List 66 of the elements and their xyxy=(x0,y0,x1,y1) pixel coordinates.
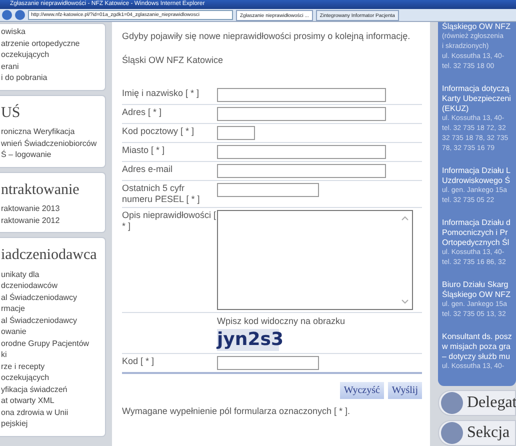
scroll-down-icon[interactable] xyxy=(401,298,409,305)
sidebar-link[interactable]: ki xyxy=(1,349,105,360)
field-label: Miasto [ * ] xyxy=(122,145,166,157)
form-button[interactable]: Wyślij xyxy=(388,382,422,398)
text-field[interactable] xyxy=(217,145,386,159)
contact-title: (EKUZ) xyxy=(442,104,470,114)
contact-title: w misjach poza gra xyxy=(442,342,512,352)
sidebar-link[interactable]: erani xyxy=(1,60,105,72)
text-field[interactable] xyxy=(217,107,386,121)
sidebar-link[interactable]: owiska xyxy=(1,26,105,38)
textarea-field[interactable] xyxy=(217,210,413,310)
sidebar-link[interactable]: dczeniodawców xyxy=(1,280,105,292)
text-field[interactable] xyxy=(217,88,386,102)
field-label: Ostatnich 5 cyfr numeru PESEL [ * ] xyxy=(122,183,201,205)
sidebar-link[interactable]: oczekujących xyxy=(1,372,105,384)
sidebar-link[interactable]: roniczna Weryfikacja xyxy=(1,126,105,138)
contact-title: Ortopedycznych Śl xyxy=(442,238,510,248)
sidebar-link[interactable]: pejskiej xyxy=(1,418,105,430)
sidebar-link[interactable]: atrzenie ortopedyczne xyxy=(1,38,105,49)
text-field[interactable] xyxy=(217,183,319,197)
field-label: Kod [ * ] xyxy=(122,356,156,368)
sidebar-link[interactable]: i do pobrania xyxy=(1,72,105,84)
intro-text: Gdyby pojawiły się nowe nieprawidłowości prosimy o kolejną informację. xyxy=(122,30,412,43)
sidebar-link[interactable]: al Świadczeniodawcy xyxy=(1,292,105,303)
sidebar-link[interactable]: at otwarty XML xyxy=(1,395,105,406)
field-label: Imię i nazwisko [ * ] xyxy=(122,88,200,100)
sidebar-link[interactable]: oczekujących xyxy=(1,49,105,60)
sidebar-link[interactable]: rze i recepty xyxy=(1,360,105,372)
sidebar-link[interactable]: yfikacja świadczeń xyxy=(1,384,105,395)
sidebar-heading: ntraktowanie xyxy=(1,180,80,200)
field-label: Kod pocztowy [ * ] xyxy=(122,126,196,138)
contact-title: Śląskiego OW NFZ xyxy=(442,290,512,300)
sidebar-link[interactable]: Ś – logowanie xyxy=(1,149,105,160)
sidebar-link[interactable]: al Świadczeniodawcy xyxy=(1,314,105,326)
contact-title: Śląskiego OW NFZ xyxy=(442,22,512,32)
sidebar-link[interactable]: raktowanie 2013 xyxy=(1,203,105,214)
scroll-up-icon[interactable] xyxy=(401,215,409,222)
sidebar-heading: iadczeniodawca xyxy=(1,246,98,265)
field-label: Opis nieprawidłowości [ * ] xyxy=(122,210,217,233)
code-field[interactable] xyxy=(217,356,319,370)
contact-title: Informacja Działu d xyxy=(442,218,512,228)
contact-title: Informacja Działu L xyxy=(442,166,512,176)
signature-text: Śląski OW NFZ Katowice xyxy=(122,54,224,67)
captcha-prompt: Wpisz kod widoczny na obrazku xyxy=(217,315,346,328)
text-field[interactable] xyxy=(217,164,386,178)
contact-title: – dotyczy służb mu xyxy=(442,352,512,362)
contact-title: Uzdrowiskowego Ś xyxy=(442,176,512,186)
contact-title: Pomocniczych i Pr xyxy=(442,228,509,238)
form-button[interactable]: Wyczyść xyxy=(340,382,384,398)
footnote-text: Wymagane wypełnienie pól formularza oznaczonych [ * ]. xyxy=(122,404,352,418)
field-label: Adres e-mail xyxy=(122,164,174,176)
contact-title: Informacja dotyczą xyxy=(442,84,510,94)
sidebar-heading: UŚ xyxy=(1,103,22,122)
sidebar-link[interactable]: orodne Grupy Pacjentów xyxy=(1,338,105,349)
contact-title: Karty Ubezpieczeni xyxy=(442,94,512,104)
contact-title: Biuro Działu Skarg xyxy=(442,280,510,290)
sidebar-link[interactable]: unikaty dla xyxy=(1,268,105,280)
sidebar-link[interactable]: wnień Świadczeniobiorców xyxy=(1,138,105,149)
sidebar-link[interactable]: raktowanie 2012 xyxy=(1,214,105,226)
sidebar-link[interactable]: rmacje xyxy=(1,303,105,314)
contact-title: Konsultant ds. posz xyxy=(442,332,513,342)
field-label: Adres [ * ] xyxy=(122,107,163,119)
side-link[interactable]: Sekcja xyxy=(438,420,516,446)
sidebar-link[interactable]: ona zdrowia w Unii xyxy=(1,406,105,418)
text-field[interactable] xyxy=(217,126,255,140)
sidebar-link[interactable]: owanie xyxy=(1,326,105,338)
